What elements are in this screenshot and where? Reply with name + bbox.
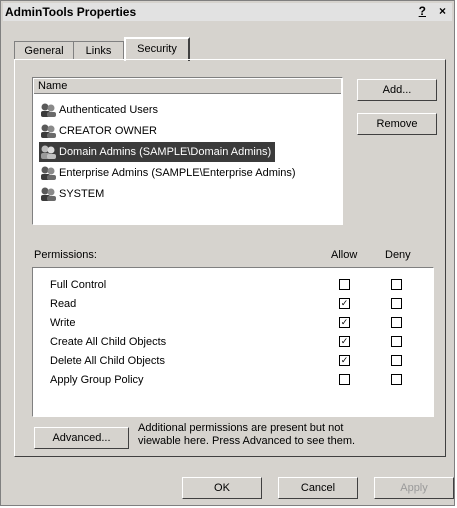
list-item[interactable]: SYSTEM [39,184,104,204]
deny-apply-group-policy-checkbox[interactable] [391,374,402,385]
cancel-button[interactable]: Cancel [278,477,358,499]
permission-row: Create All Child Objects [50,336,167,348]
deny-full-control-checkbox[interactable] [391,279,402,290]
group-icon [41,166,56,180]
allow-create-child-checkbox[interactable]: ✓ [339,336,350,347]
group-icon [41,124,56,138]
advanced-note: Additional permissions are present but n… [138,422,356,447]
deny-create-child-checkbox[interactable] [391,336,402,347]
allow-delete-child-checkbox[interactable]: ✓ [339,355,350,366]
deny-delete-child-checkbox[interactable] [391,355,402,366]
ok-button[interactable]: OK [182,477,262,499]
deny-write-checkbox[interactable] [391,317,402,328]
deny-column-label: Deny [385,249,411,261]
user-label: Domain Admins (SAMPLE\Domain Admins) [59,146,272,158]
user-label: Authenticated Users [59,104,159,116]
permissions-list: Full Control Read Write Create All Child… [32,267,434,417]
allow-write-checkbox[interactable]: ✓ [339,317,350,328]
list-item[interactable]: CREATOR OWNER [39,121,157,141]
allow-column-label: Allow [331,249,358,261]
user-label: CREATOR OWNER [59,125,157,137]
advanced-button[interactable]: Advanced... [34,427,129,449]
allow-full-control-checkbox[interactable] [339,279,350,290]
add-button[interactable]: Add... [357,79,437,101]
users-list[interactable]: Name Authenticated Users CREATOR OWNER D… [32,77,343,225]
permissions-label: Permissions: [34,249,97,261]
allow-apply-group-policy-checkbox[interactable] [339,374,350,385]
window-title: AdminTools Properties [5,5,137,19]
group-icon [41,187,56,201]
permission-row: Apply Group Policy [50,374,144,386]
permission-row: Read [50,298,77,310]
help-button[interactable]: ? [419,4,426,18]
name-column-header[interactable]: Name [34,79,341,94]
tab-security[interactable]: Security [124,37,190,61]
apply-button[interactable]: Apply [374,477,454,499]
group-icon [41,103,56,117]
list-item[interactable]: Enterprise Admins (SAMPLE\Enterprise Adm… [39,163,296,183]
title-bar: AdminTools Properties ? × [3,3,452,21]
close-button[interactable]: × [439,4,446,18]
group-icon [41,145,56,159]
permission-row: Write [50,317,76,329]
list-item[interactable]: Domain Admins (SAMPLE\Domain Admins) [39,142,276,162]
tab-links[interactable]: Links [73,41,124,59]
allow-read-checkbox[interactable]: ✓ [339,298,350,309]
user-label: SYSTEM [59,188,105,200]
list-item[interactable]: Authenticated Users [39,100,158,120]
tab-general[interactable]: General [14,41,74,59]
deny-read-checkbox[interactable] [391,298,402,309]
remove-button[interactable]: Remove [357,113,437,135]
user-label: Enterprise Admins (SAMPLE\Enterprise Adm… [59,167,296,179]
permission-row: Full Control [50,279,107,291]
properties-dialog: AdminTools Properties ? × General Links … [0,0,455,506]
permission-row: Delete All Child Objects [50,355,165,367]
